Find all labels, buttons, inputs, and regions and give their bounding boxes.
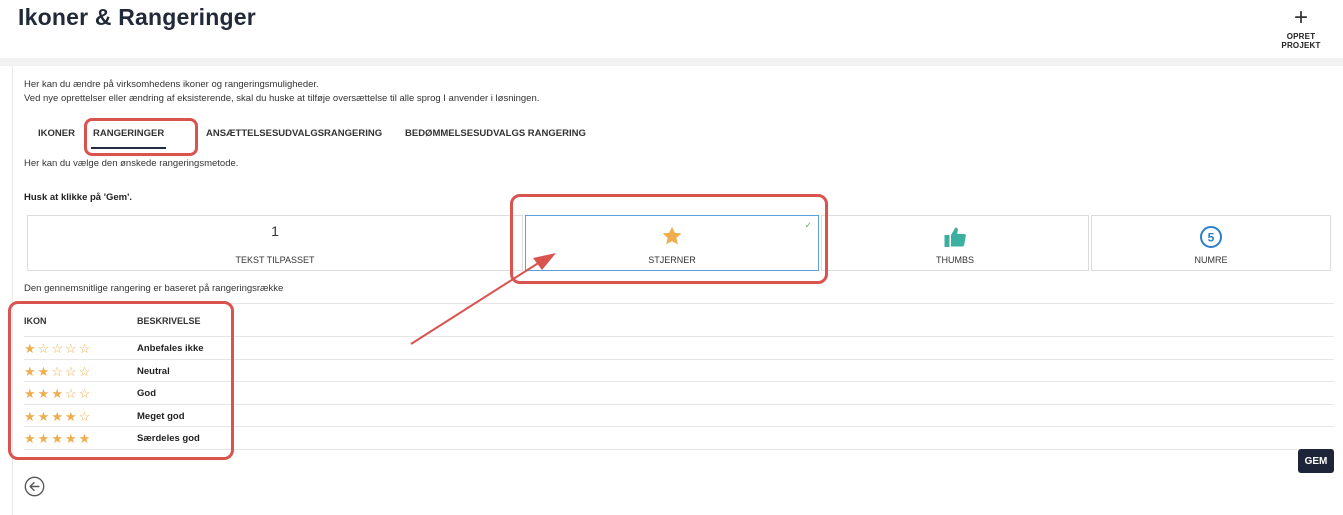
remember-save-note: Husk at klikke på 'Gem'. [24, 192, 133, 203]
intro-text: Her kan du ændre på virksomhedens ikoner… [24, 78, 539, 106]
option-caption: NUMRE [1194, 255, 1228, 265]
tab-ansaettelsesudvalgsrangering[interactable]: ANSÆTTELSESUDVALGSRANGERING [206, 128, 382, 139]
top-bar: Ikoner & Rangeringer + OPRET PROJEKT [0, 0, 1343, 58]
option-caption: THUMBS [936, 255, 974, 265]
tab-ikoner[interactable]: IKONER [38, 128, 75, 139]
option-numre[interactable]: 5 NUMRE [1091, 215, 1331, 271]
highlight-table-annotation [8, 301, 234, 460]
average-note: Den gennemsnitlige rangering er baseret … [24, 283, 284, 294]
new-project-label: OPRET PROJEKT [1281, 32, 1321, 50]
thumbs-up-icon [822, 225, 1088, 249]
highlight-tab-annotation [84, 118, 198, 156]
intro-line-1: Her kan du ændre på virksomhedens ikoner… [24, 79, 319, 90]
page-title: Ikoner & Rangeringer [18, 4, 256, 30]
tab-description: Her kan du vælge den ønskede rangeringsm… [24, 158, 239, 169]
tab-bedommelsesudvalgs-rangering[interactable]: BEDØMMELSESUDVALGS RANGERING [405, 128, 586, 139]
new-project-button[interactable]: + OPRET PROJEKT [1266, 4, 1336, 51]
highlight-option-annotation [510, 194, 828, 284]
number-one-icon: 1 [271, 223, 279, 239]
plus-icon: + [1293, 4, 1308, 31]
option-thumbs[interactable]: THUMBS [821, 215, 1089, 271]
option-caption: TEKST TILPASSET [235, 255, 315, 265]
intro-line-2: Ved nye oprettelser eller ændring af eks… [24, 93, 540, 104]
circled-number-icon: 5 [1092, 225, 1330, 249]
header-divider [0, 58, 1343, 66]
svg-text:5: 5 [1208, 231, 1215, 245]
option-tekst-tilpasset[interactable]: 1 TEKST TILPASSET [27, 215, 523, 271]
back-icon[interactable] [24, 476, 45, 497]
save-button[interactable]: GEM [1298, 449, 1334, 473]
